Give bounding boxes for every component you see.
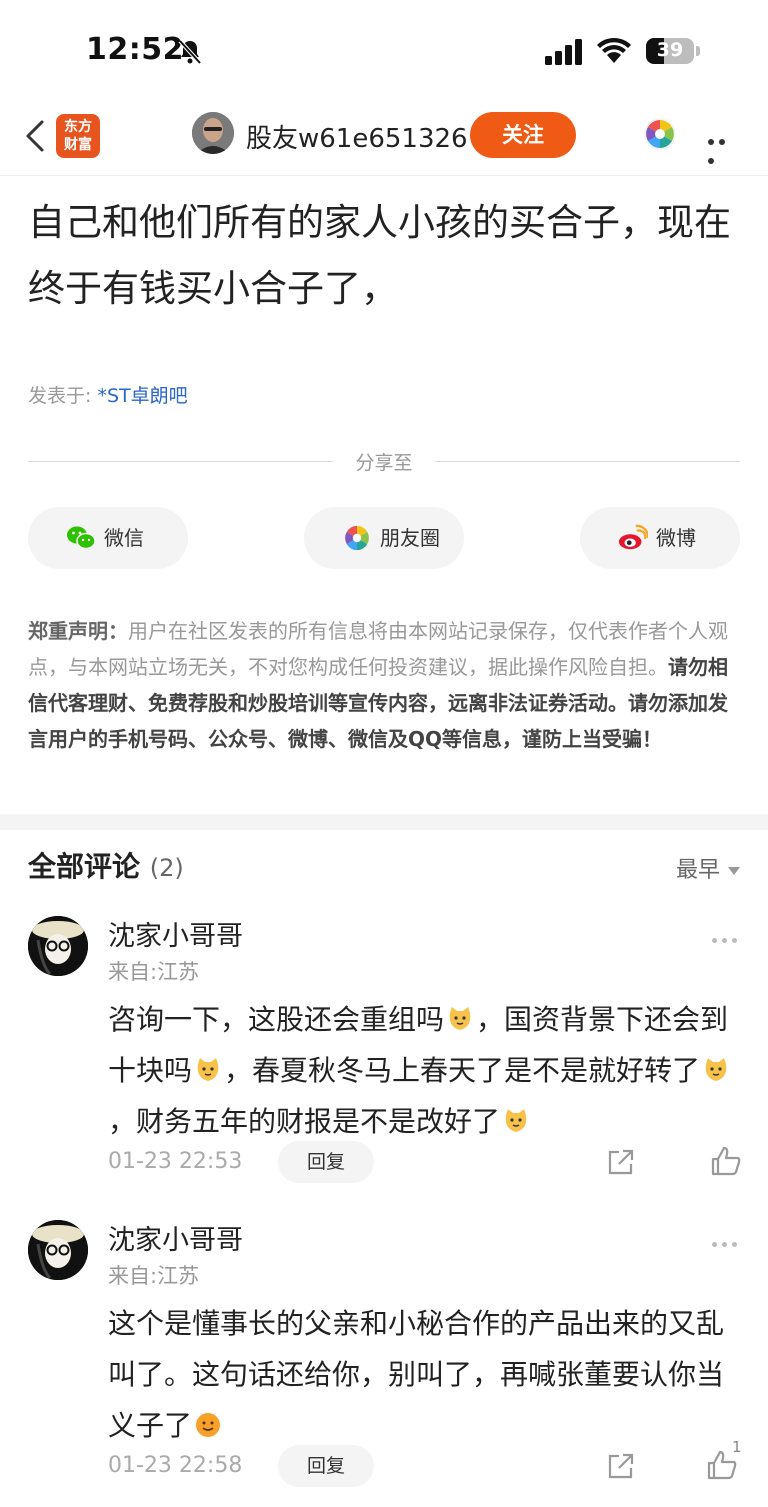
share-title: 分享至 bbox=[355, 452, 413, 474]
commenter-location: 来自:江苏 bbox=[108, 1264, 200, 1288]
share-weibo-button[interactable]: 微博 bbox=[580, 507, 740, 569]
wifi-icon bbox=[597, 37, 631, 63]
share-wechat-label: 微信 bbox=[104, 526, 144, 550]
commenter-avatar[interactable] bbox=[28, 916, 88, 976]
comments-header: 全部评论 (2) bbox=[28, 845, 184, 885]
comment-text-part: 咨询一下，这股还会重组吗 bbox=[108, 1003, 445, 1036]
cellular-signal-icon bbox=[545, 39, 582, 65]
sort-label: 最早 bbox=[675, 858, 720, 883]
follow-button[interactable]: 关注 bbox=[470, 112, 576, 158]
disclaimer-text: 用户在社区发表的所有信息将由本网站记录保存，仅代表作者个人观点，与本网站立场无关… bbox=[28, 619, 728, 679]
status-time: 12:52 bbox=[86, 32, 184, 67]
disclaimer: 郑重声明：用户在社区发表的所有信息将由本网站记录保存，仅代表作者个人观点，与本网… bbox=[28, 613, 744, 757]
bell-muted-icon bbox=[178, 39, 202, 65]
section-divider bbox=[0, 814, 768, 830]
more-options-icon[interactable] bbox=[708, 130, 740, 164]
share-weibo-label: 微博 bbox=[656, 526, 696, 550]
cat-emoji-icon bbox=[449, 1007, 471, 1030]
comment-text-part: ，春夏秋冬马上春天了是不是就好转了 bbox=[224, 1054, 701, 1087]
commenter-location: 来自:江苏 bbox=[108, 960, 200, 984]
share-moments-label: 朋友圈 bbox=[380, 526, 440, 550]
comment-timestamp: 01-23 22:58 bbox=[108, 1453, 243, 1478]
commenter-avatar[interactable] bbox=[28, 1220, 88, 1280]
share-icon[interactable] bbox=[606, 1147, 636, 1177]
share-wechat-button[interactable]: 微信 bbox=[28, 507, 188, 569]
moments-icon bbox=[345, 525, 369, 551]
smile-emoji-icon bbox=[196, 1413, 221, 1437]
comment-more-icon[interactable] bbox=[712, 928, 742, 943]
top-nav-bar: 东方 财富 股友w61e651326 关注 bbox=[0, 100, 768, 176]
caret-down-icon bbox=[728, 867, 740, 875]
comments-count: (2) bbox=[149, 854, 184, 882]
moments-share-icon[interactable] bbox=[644, 118, 676, 150]
comments-title: 全部评论 bbox=[28, 850, 141, 883]
thumbs-up-icon[interactable] bbox=[710, 1145, 742, 1177]
disclaimer-label: 郑重声明： bbox=[28, 619, 128, 643]
cat-emoji-icon bbox=[197, 1058, 219, 1081]
reply-button[interactable]: 回复 bbox=[278, 1141, 374, 1183]
battery-icon: 39 bbox=[646, 38, 700, 64]
author-username[interactable]: 股友w61e651326 bbox=[246, 118, 468, 155]
like-count: 1 bbox=[732, 1438, 742, 1456]
battery-level: 39 bbox=[656, 39, 684, 61]
share-moments-button[interactable]: 朋友圈 bbox=[304, 507, 464, 569]
eastmoney-logo[interactable]: 东方 财富 bbox=[56, 114, 100, 158]
post-source: 发表于: *ST卓朗吧 bbox=[28, 381, 188, 408]
comment-text-part: ，财务五年的财报是不是改好了 bbox=[108, 1105, 501, 1138]
back-arrow-icon[interactable] bbox=[22, 118, 50, 154]
commenter-name[interactable]: 沈家小哥哥 bbox=[108, 1218, 243, 1257]
weibo-icon bbox=[618, 524, 648, 550]
commenter-name[interactable]: 沈家小哥哥 bbox=[108, 914, 243, 953]
share-icon[interactable] bbox=[606, 1451, 636, 1481]
source-label: 发表于: bbox=[28, 385, 98, 407]
cat-emoji-icon bbox=[505, 1109, 527, 1132]
comment-text: 咨询一下，这股还会重组吗 ，国资背景下还会到十块吗 ，春夏秋冬马上春天了是不是就好转… bbox=[108, 994, 738, 1147]
sort-dropdown[interactable]: 最早 bbox=[676, 852, 740, 884]
author-avatar[interactable] bbox=[192, 112, 234, 154]
source-forum-link[interactable]: *ST卓朗吧 bbox=[97, 385, 187, 407]
comment-timestamp: 01-23 22:53 bbox=[108, 1149, 243, 1174]
logo-text-top: 东方 bbox=[64, 119, 92, 135]
comment-text: 这个是懂事长的父亲和小秘合作的产品出来的又乱叫了。这句话还给你，别叫了，再喊张董… bbox=[108, 1298, 738, 1451]
reply-button[interactable]: 回复 bbox=[278, 1445, 374, 1487]
cat-emoji-icon bbox=[705, 1058, 727, 1081]
status-bar: 12:52 39 bbox=[0, 0, 768, 100]
post-content: 自己和他们所有的家人小孩的买合子，现在终于有钱买小合子了， bbox=[28, 201, 731, 310]
logo-text-bottom: 财富 bbox=[64, 137, 92, 153]
wechat-icon bbox=[67, 526, 96, 550]
comment-more-icon[interactable] bbox=[712, 1232, 742, 1247]
share-divider: 分享至 bbox=[28, 446, 740, 476]
